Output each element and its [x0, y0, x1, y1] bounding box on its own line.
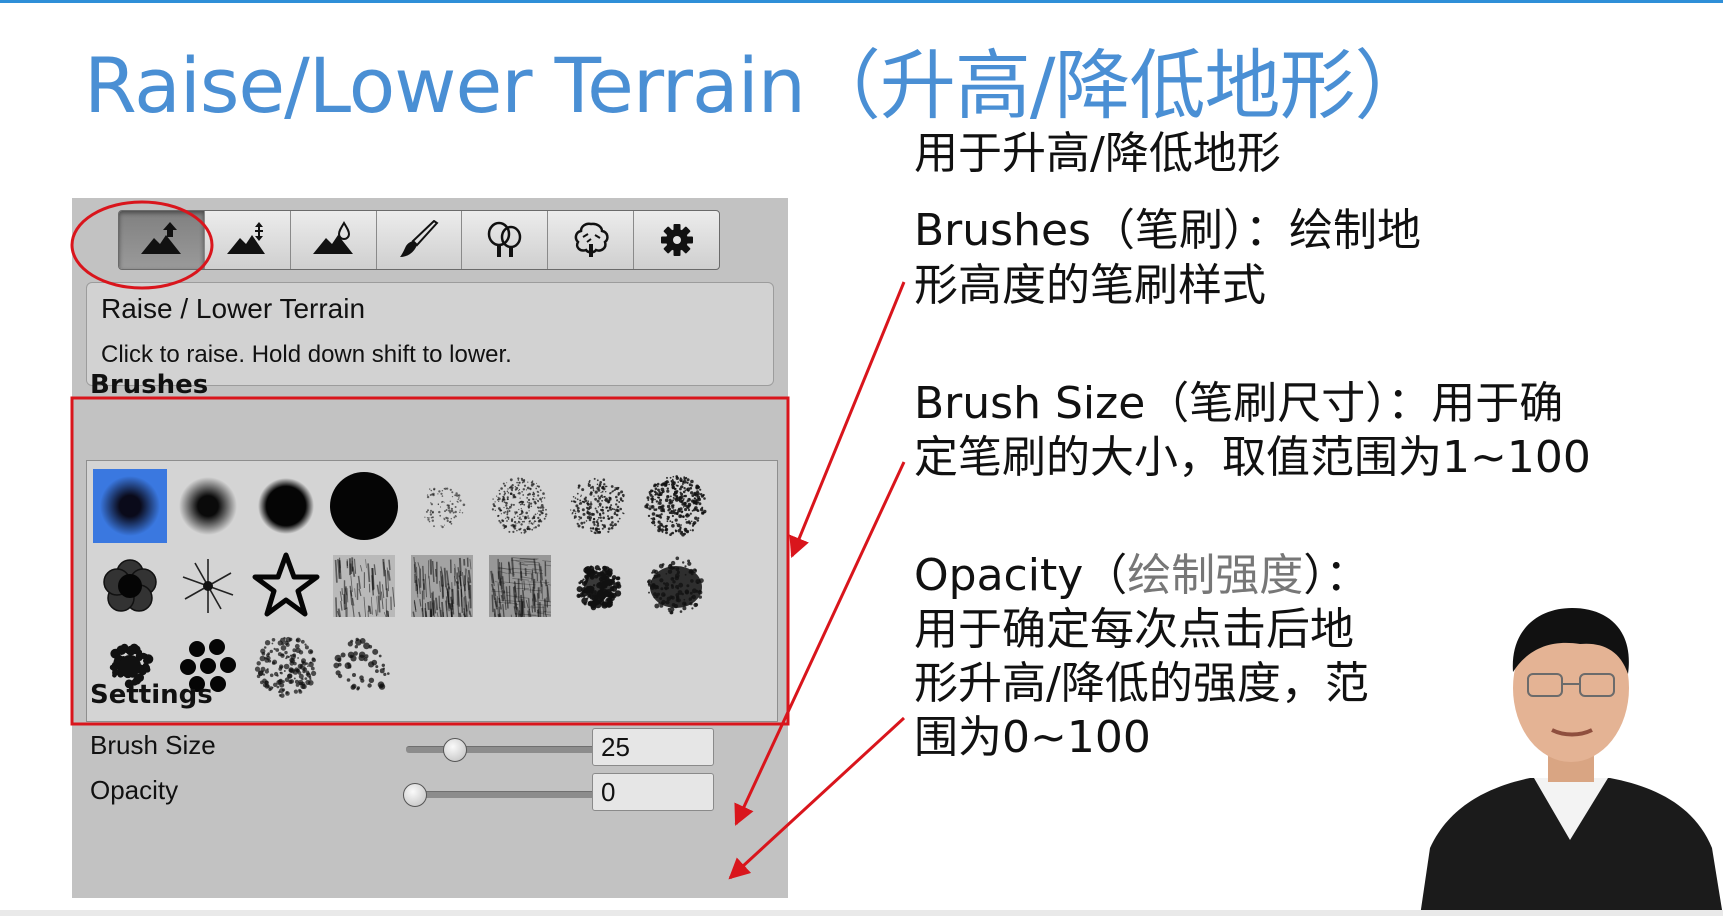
- brush-sparse-noise[interactable]: [405, 469, 479, 543]
- page-title: Raise/Lower Terrain（升高/降低地形）: [84, 41, 1430, 130]
- brushes-label: Brushes: [90, 370, 209, 400]
- mountain-up-arrow-icon: [141, 222, 182, 254]
- opacity-note-line-4: 围为0~100: [914, 712, 1151, 763]
- brush-size-label: Brush Size: [90, 730, 216, 760]
- brush-starburst-shape: [182, 559, 234, 613]
- settings-label: Settings: [90, 680, 213, 710]
- brush-flower-blob[interactable]: [93, 549, 167, 623]
- brush-sparse-noise-shape: [424, 487, 466, 529]
- brush-size-note-line-2: 定笔刷的大小，取值范围为1~100: [914, 432, 1591, 483]
- brush-dark-cloud[interactable]: [639, 549, 713, 623]
- brush-dense-noise-shape: [491, 477, 548, 534]
- brush-starburst[interactable]: [171, 549, 245, 623]
- brush-hard-soft-circle[interactable]: [249, 469, 323, 543]
- brush-grain-square-dense-shape: [411, 555, 473, 618]
- tool-place-trees[interactable]: [462, 211, 549, 269]
- opacity-slider-thumb[interactable]: [403, 783, 427, 807]
- tool-help-text: Click to raise. Hold down shift to lower…: [101, 341, 512, 368]
- brush-heavy-noise-shape: [644, 475, 707, 537]
- brush-soft-blue-dot[interactable]: [93, 469, 167, 543]
- terrain-toolbar: [118, 210, 720, 270]
- presenter-video: [1420, 608, 1723, 916]
- brush-soft-blue-dot-shape: [100, 476, 160, 536]
- opacity-note-suffix: ）：: [1303, 550, 1370, 601]
- opacity-note-prefix: Opacity（: [914, 550, 1128, 601]
- brush-grain-square[interactable]: [327, 549, 401, 623]
- opacity-note-line-2: 用于确定每次点击后地: [914, 604, 1354, 655]
- brush-scatter-ring[interactable]: [249, 629, 323, 703]
- brushes-arrow: [789, 281, 906, 558]
- brush-dense-noise[interactable]: [483, 469, 557, 543]
- terrain-inspector-panel: Raise / Lower Terrain Click to raise. Ho…: [72, 198, 788, 898]
- opacity-note-accent: 绘制强度: [1127, 550, 1304, 601]
- tool-raise-lower-terrain[interactable]: [119, 211, 205, 269]
- mountain-height-arrows-icon: [227, 222, 266, 254]
- brush-star-outline[interactable]: [249, 549, 323, 623]
- opacity-field[interactable]: 0: [592, 773, 714, 811]
- brush-speckle-noise-shape: [570, 477, 625, 535]
- brush-speckle-noise[interactable]: [561, 469, 635, 543]
- brush-splatter[interactable]: [561, 549, 635, 623]
- brush-size-field[interactable]: 25: [592, 728, 714, 766]
- bush-icon: [574, 222, 609, 257]
- brush-hard-circle[interactable]: [327, 469, 401, 543]
- bottom-rule: [0, 910, 1723, 916]
- brush-soft-circle[interactable]: [171, 469, 245, 543]
- tool-paint-details[interactable]: [548, 211, 635, 269]
- brush-scatter-light[interactable]: [327, 629, 401, 703]
- brush-dark-cloud-shape: [647, 556, 704, 615]
- paintbrush-icon: [400, 220, 439, 257]
- brushes-note-line-1: Brushes（笔刷）：绘制地: [914, 205, 1421, 256]
- tool-paint-height[interactable]: [205, 211, 291, 269]
- brush-streak-square[interactable]: [483, 549, 557, 623]
- tool-smooth-height[interactable]: [291, 211, 377, 269]
- brush-scatter-ring-shape: [254, 636, 317, 698]
- brush-size-note-line-1: Brush Size（笔刷尺寸）：用于确: [914, 378, 1564, 429]
- brush-hard-soft-circle-shape: [258, 478, 314, 534]
- purpose-note: 用于升高/降低地形: [914, 128, 1281, 179]
- tool-paint-texture[interactable]: [377, 211, 463, 269]
- brush-size-slider[interactable]: [406, 738, 606, 762]
- brush-splatter-shape: [576, 565, 622, 611]
- brush-heavy-noise[interactable]: [639, 469, 713, 543]
- opacity-note-line-1: Opacity（绘制强度）：: [914, 548, 1369, 604]
- brush-star-outline-shape: [252, 552, 320, 617]
- brush-scatter-light-shape: [333, 637, 390, 691]
- tool-terrain-settings[interactable]: [634, 211, 719, 269]
- brush-flower-blob-shape: [103, 559, 157, 612]
- brush-grain-square-shape: [333, 555, 395, 618]
- opacity-note-line-3: 形升高/降低的强度，范: [914, 658, 1369, 709]
- brush-streak-square-shape: [489, 555, 552, 618]
- brush-hard-circle-shape: [330, 472, 398, 540]
- opacity-label: Opacity: [90, 775, 179, 805]
- brush-size-slider-thumb[interactable]: [443, 738, 467, 762]
- brush-soft-circle-shape: [179, 477, 237, 535]
- brushes-note-line-2: 形高度的笔刷样式: [914, 260, 1266, 311]
- gear-icon: [660, 224, 693, 256]
- brush-grain-square-dense[interactable]: [405, 549, 479, 623]
- trees-icon: [487, 221, 522, 257]
- tool-help-title: Raise / Lower Terrain: [101, 293, 366, 324]
- top-rule: [0, 0, 1723, 3]
- mountain-drop-icon: [313, 221, 354, 254]
- opacity-slider[interactable]: [403, 783, 606, 807]
